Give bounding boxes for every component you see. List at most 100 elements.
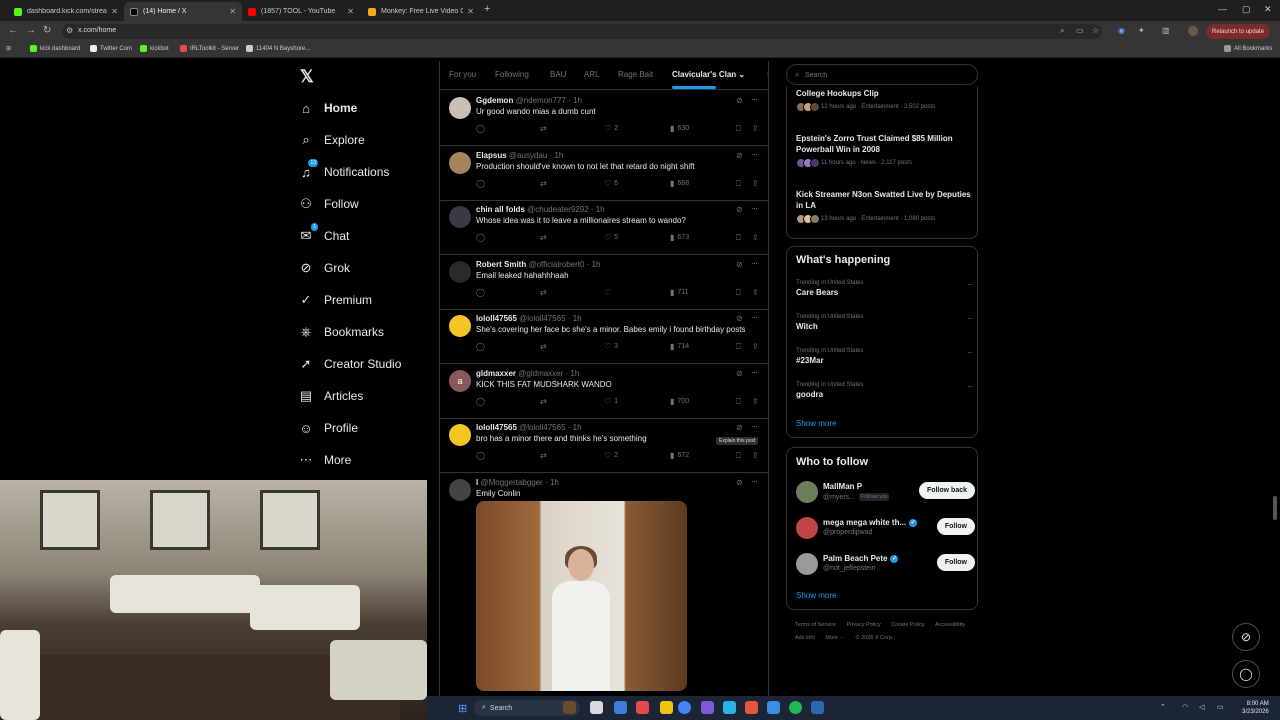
- search-box[interactable]: ⌕: [786, 64, 978, 85]
- footer-link[interactable]: More ···: [825, 635, 845, 641]
- reply-button[interactable]: ◯: [476, 179, 488, 188]
- all-bookmarks[interactable]: All Bookmarks: [1224, 45, 1272, 52]
- tab-rage-bait[interactable]: Rage Bait: [618, 70, 653, 79]
- avatar[interactable]: [449, 206, 471, 228]
- tab-clavicular-clan[interactable]: Clavicular's Clan ⌄: [672, 70, 745, 79]
- views-button[interactable]: ▮ 714: [670, 342, 689, 351]
- repost-button[interactable]: ⇄: [540, 342, 550, 351]
- follow-button[interactable]: Follow: [936, 518, 975, 535]
- repost-button[interactable]: ⇄: [540, 124, 550, 133]
- nav-item-home[interactable]: ⌂ Home: [298, 96, 357, 120]
- maximize-icon[interactable]: ▢: [1242, 4, 1251, 15]
- post-image[interactable]: [476, 501, 687, 691]
- more-icon[interactable]: ···: [751, 312, 758, 322]
- more-icon[interactable]: ···: [751, 149, 758, 159]
- bookmark-button[interactable]: ⎕: [736, 288, 744, 298]
- browser-tab[interactable]: (1857) TOOL - YouTube ✕: [242, 2, 360, 21]
- more-icon[interactable]: ···: [751, 94, 758, 104]
- bookmark-button[interactable]: ⎕: [736, 179, 744, 189]
- display-name[interactable]: chin all folds: [476, 205, 525, 214]
- post[interactable]: chin all folds @chudeater9292 · 1h Whose …: [440, 200, 768, 255]
- more-icon[interactable]: ···: [751, 476, 758, 486]
- bookmark-button[interactable]: ⎕: [736, 233, 744, 243]
- bookmark-item[interactable]: Twitter Com: [90, 45, 132, 52]
- footer-link[interactable]: Ads info: [795, 635, 815, 641]
- spotify-icon[interactable]: [789, 701, 802, 714]
- repost-button[interactable]: ⇄: [540, 451, 550, 460]
- app-icon[interactable]: [701, 701, 714, 714]
- handle[interactable]: @ndemon777: [516, 96, 566, 105]
- views-button[interactable]: ▮ 668: [670, 179, 689, 188]
- scrollbar-thumb[interactable]: [1273, 496, 1277, 520]
- search-input[interactable]: [805, 68, 965, 82]
- zoom-icon[interactable]: ⌕: [1060, 26, 1064, 36]
- footer-link[interactable]: Cookie Policy: [891, 622, 924, 628]
- follow-button[interactable]: Follow back: [918, 482, 975, 499]
- profile-avatar[interactable]: [1188, 26, 1198, 36]
- post[interactable]: lololl47565 @lololl47565 · 1h bro has a m…: [440, 418, 768, 473]
- reply-button[interactable]: ◯: [476, 124, 488, 133]
- tab-bau[interactable]: BAU: [550, 70, 566, 79]
- avatar[interactable]: [449, 479, 471, 501]
- timestamp[interactable]: 1h: [550, 478, 559, 487]
- like-button[interactable]: ♡ 5: [604, 233, 618, 242]
- share-button[interactable]: ⇪: [752, 451, 762, 460]
- post[interactable]: Elapsus @ausydau · 1h Production should'v…: [440, 146, 768, 201]
- bookmark-button[interactable]: ⎕: [736, 397, 744, 407]
- tab-arl[interactable]: ARL: [584, 70, 600, 79]
- views-button[interactable]: ▮ 630: [670, 124, 689, 133]
- views-button[interactable]: ▮ 711: [670, 288, 689, 297]
- cast-icon[interactable]: ▭: [1076, 26, 1084, 35]
- nav-item-more[interactable]: ⋯ More: [298, 448, 352, 472]
- timestamp[interactable]: 1h: [554, 151, 563, 160]
- nav-item-chat[interactable]: ✉ 1 Chat: [298, 223, 349, 248]
- share-button[interactable]: ⇪: [752, 179, 762, 188]
- handle[interactable]: @gldmaxxer: [518, 369, 563, 378]
- avatar[interactable]: [449, 97, 471, 119]
- follow-suggestion[interactable]: mega mega white th... ✓ @properdipwad Follo…: [796, 516, 975, 540]
- trend-item[interactable]: Trending in United States Witch ···: [796, 314, 973, 331]
- close-icon[interactable]: ✕: [229, 7, 236, 16]
- tab-following[interactable]: Following: [495, 70, 529, 79]
- repost-button[interactable]: ⇄: [540, 397, 550, 406]
- close-icon[interactable]: ✕: [111, 7, 118, 16]
- timestamp[interactable]: 1h: [592, 260, 601, 269]
- tab-overflow[interactable]: I: [767, 70, 768, 79]
- more-icon[interactable]: ···: [751, 421, 758, 431]
- star-icon[interactable]: ☆: [1092, 26, 1099, 35]
- more-icon[interactable]: ···: [751, 258, 758, 268]
- footer-link[interactable]: Terms of Service: [795, 622, 836, 628]
- like-button[interactable]: ♡ 3: [604, 342, 618, 351]
- grok-explain-icon[interactable]: ⊘: [736, 205, 743, 214]
- repost-button[interactable]: ⇄: [540, 179, 550, 188]
- nav-item-creator-studio[interactable]: ➚ Creator Studio: [298, 352, 402, 376]
- display-name[interactable]: lololl47565: [476, 423, 517, 432]
- display-name[interactable]: Elapsus: [476, 151, 507, 160]
- clock[interactable]: 8:00 AM 3/23/2026: [1242, 700, 1269, 716]
- handle[interactable]: @Moggertabgger: [480, 478, 542, 487]
- close-icon[interactable]: ✕: [347, 7, 354, 16]
- grok-fab[interactable]: ⊘: [1232, 623, 1260, 651]
- views-button[interactable]: ▮ 672: [670, 451, 689, 460]
- battery-icon[interactable]: ▭: [1217, 703, 1224, 711]
- chrome-icon[interactable]: [678, 701, 691, 714]
- app-icon[interactable]: [767, 701, 780, 714]
- timestamp[interactable]: 1h: [573, 423, 582, 432]
- show-more-link[interactable]: Show more: [796, 419, 836, 428]
- nav-item-notifications[interactable]: ♫ 13 Notifications: [298, 159, 389, 184]
- app-icon[interactable]: [563, 701, 576, 714]
- news-item[interactable]: Kick Streamer N3on Swatted Live by Deput…: [796, 189, 972, 224]
- like-button[interactable]: ♡ 1: [604, 397, 618, 406]
- avatar[interactable]: [449, 315, 471, 337]
- like-button[interactable]: ♡ 6: [604, 179, 618, 188]
- handle[interactable]: @officialrobert0: [528, 260, 584, 269]
- tray-chevron-icon[interactable]: ⌃: [1160, 703, 1166, 711]
- repost-button[interactable]: ⇄: [540, 233, 550, 242]
- handle[interactable]: @ausydau: [509, 151, 547, 160]
- back-icon[interactable]: ←: [8, 25, 18, 36]
- share-button[interactable]: ⇪: [752, 397, 762, 406]
- grok-explain-icon[interactable]: ⊘: [736, 260, 743, 269]
- bookmark-button[interactable]: ⎕: [736, 451, 744, 461]
- address-bar[interactable]: ⚙ x.com/home ⌕ ▭ ☆: [62, 24, 1102, 39]
- post[interactable]: l @Moggertabgger · 1h Emily Conlin ⊘ ···: [440, 473, 768, 696]
